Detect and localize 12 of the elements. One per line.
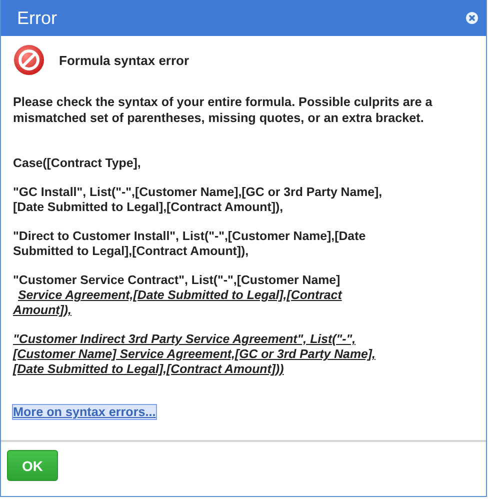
help-link[interactable]: More on syntax errors...: [13, 405, 156, 419]
formula-paragraph: "Customer Indirect 3rd Party Service Agreement", List("-",[Customer Name] Service Agreement,[GC or 3rd Party Name],[Date Submitted to Legal],[Contract Amount])): [13, 332, 376, 377]
close-icon[interactable]: [466, 12, 478, 24]
no-entry-icon: [13, 44, 45, 76]
error-message: Please check the syntax of your entire formula. Possible culprits are a mismatched set of parentheses, missing quotes, or an extra bracket.: [13, 94, 434, 126]
ok-button[interactable]: OK: [7, 450, 58, 481]
formula-paragraph: "GC Install", List("-",[Customer Name],[GC or 3rd Party Name],[Date Submitted to Legal],[Contract Amount]),: [13, 185, 384, 215]
formula-paragraph: "Direct to Customer Install", List("-",[Customer Name],[Date Submitted to Legal],[Contract Amount]),: [13, 229, 367, 259]
formula-paragraph: Case([Contract Type],: [13, 156, 142, 171]
formula-paragraph: "Customer Service Contract", List("-",[Customer Name] Service Agreement,[Date Submitted to Legal],[Contract Amount]),: [13, 273, 344, 318]
error-heading: Formula syntax error: [59, 52, 190, 68]
window-title: Error: [17, 8, 57, 28]
